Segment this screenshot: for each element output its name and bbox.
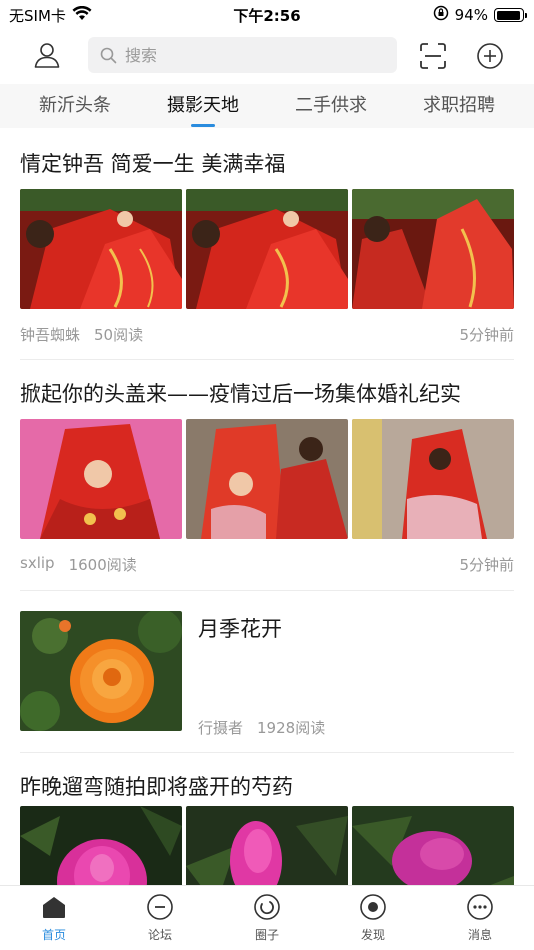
post-reads: 1600阅读	[68, 556, 137, 574]
nav-circle[interactable]: 圈子	[227, 892, 307, 943]
search-bar[interactable]	[88, 37, 397, 73]
discover-icon	[358, 892, 388, 922]
post-reads: 1928阅读	[257, 719, 326, 737]
tab-photography[interactable]: 摄影天地	[150, 84, 256, 128]
post-image[interactable]	[20, 806, 182, 885]
app-header	[0, 34, 534, 76]
nav-messages[interactable]: 消息	[440, 892, 520, 943]
nav-home[interactable]: 首页	[14, 892, 94, 943]
battery-fill	[496, 10, 520, 20]
post-card[interactable]: 月季花开 行摄者 1928阅读	[0, 591, 534, 753]
post-title[interactable]: 情定钟吾 简爱一生 美满幸福	[20, 148, 285, 178]
post-image[interactable]	[352, 419, 514, 539]
post-image[interactable]	[20, 189, 182, 309]
orientation-lock-icon	[433, 5, 449, 25]
feed-list: 情定钟吾 简爱一生 美满幸福 钟吾蜘蛛 50阅读 5分钟前 掀起你的头盖来——疫…	[0, 128, 534, 885]
status-bar: 无SIM卡 下午2:56 94%	[0, 0, 534, 30]
scan-button[interactable]	[415, 38, 451, 74]
post-meta: 行摄者 1928阅读	[198, 717, 514, 738]
tab-secondhand[interactable]: 二手供求	[278, 84, 384, 128]
home-icon	[39, 892, 69, 922]
battery-percent: 94%	[454, 6, 488, 24]
user-icon	[34, 43, 60, 68]
post-card[interactable]: 掀起你的头盖来——疫情过后一场集体婚礼纪实 sxlip 1600阅读 5分钟前	[0, 360, 534, 591]
post-reads: 50阅读	[94, 326, 144, 344]
post-card[interactable]: 情定钟吾 简爱一生 美满幸福 钟吾蜘蛛 50阅读 5分钟前	[0, 128, 534, 360]
post-images	[20, 806, 514, 885]
post-image[interactable]	[186, 806, 348, 885]
nav-messages-label: 消息	[467, 928, 492, 942]
post-author[interactable]: sxlip	[20, 554, 55, 575]
active-tab-indicator	[191, 124, 215, 127]
nav-circle-label: 圈子	[254, 928, 279, 942]
post-images	[20, 189, 514, 309]
nav-forum[interactable]: 论坛	[120, 892, 200, 943]
nav-home-label: 首页	[41, 928, 66, 942]
scan-icon	[420, 43, 446, 69]
tab-jobs[interactable]: 求职招聘	[406, 84, 512, 128]
post-card[interactable]: 昨晚遛弯随拍即将盛开的芍药	[0, 753, 534, 885]
bottom-tab-bar: 首页 论坛 圈子 发现 消息	[0, 885, 534, 950]
post-author[interactable]: 行摄者	[198, 717, 243, 738]
post-image[interactable]	[20, 419, 182, 539]
message-icon	[465, 892, 495, 922]
forum-icon	[145, 892, 175, 922]
category-tabs: 新沂头条 摄影天地 二手供求 求职招聘	[0, 84, 534, 128]
add-icon	[477, 43, 503, 69]
user-button[interactable]	[30, 38, 64, 72]
post-author[interactable]: 钟吾蜘蛛	[20, 324, 80, 345]
post-image[interactable]	[20, 611, 182, 731]
post-title[interactable]: 昨晚遛弯随拍即将盛开的芍药	[20, 771, 293, 801]
post-image[interactable]	[186, 419, 348, 539]
search-icon	[100, 47, 117, 63]
nav-discover-label: 发现	[360, 928, 385, 942]
post-title[interactable]: 月季花开	[198, 613, 282, 643]
post-title[interactable]: 掀起你的头盖来——疫情过后一场集体婚礼纪实	[20, 378, 461, 408]
post-time: 5分钟前	[459, 326, 514, 344]
tab-news[interactable]: 新沂头条	[22, 84, 128, 128]
circle-icon	[252, 892, 282, 922]
post-image[interactable]	[352, 806, 514, 885]
post-time: 5分钟前	[459, 556, 514, 574]
post-images	[20, 419, 514, 539]
nav-discover[interactable]: 发现	[333, 892, 413, 943]
post-image[interactable]	[186, 189, 348, 309]
nav-forum-label: 论坛	[147, 928, 172, 942]
status-right: 94%	[433, 5, 527, 25]
post-meta: 钟吾蜘蛛 50阅读 5分钟前	[20, 324, 514, 345]
search-input[interactable]	[125, 45, 375, 65]
battery-icon	[494, 8, 527, 22]
post-image[interactable]	[352, 189, 514, 309]
post-meta: sxlip 1600阅读 5分钟前	[20, 554, 514, 575]
add-button[interactable]	[472, 38, 508, 74]
